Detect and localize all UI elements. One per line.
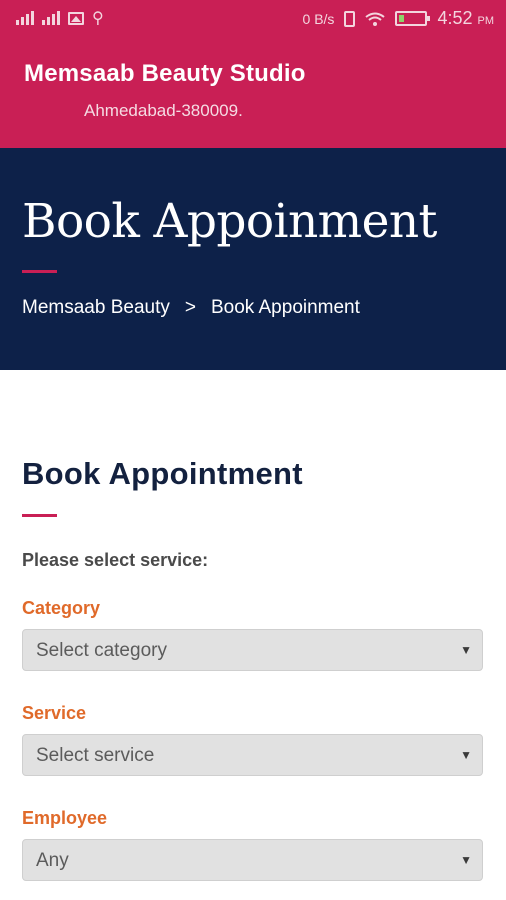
employee-label: Employee xyxy=(22,808,108,828)
clock: 4:52 PM xyxy=(437,8,494,29)
breadcrumb: Memsaab Beauty > Book Appoinment xyxy=(22,297,360,319)
dropdown-arrow-icon: ▼ xyxy=(460,853,472,867)
header: ⚲ 0 B/s 4:52 PM Memsaab Beauty Studio Ah… xyxy=(0,0,506,148)
hero-title: Book Appoinment xyxy=(22,194,437,249)
address-peek-text: Ahmedabad-380009. xyxy=(84,101,243,120)
booking-form: Book Appointment Please select service: … xyxy=(0,370,506,900)
hero-divider xyxy=(22,270,57,273)
dropdown-arrow-icon: ▼ xyxy=(460,643,472,657)
image-icon xyxy=(68,11,84,25)
service-select[interactable]: Select service ▼ xyxy=(22,734,483,776)
service-select-value: Select service xyxy=(36,745,155,766)
signal-icon xyxy=(42,11,60,25)
form-title: Book Appointment xyxy=(22,456,303,491)
vibrate-icon xyxy=(344,10,356,27)
breadcrumb-separator: > xyxy=(184,297,196,318)
network-speed: 0 B/s xyxy=(302,10,335,27)
clock-time: 4:52 xyxy=(437,8,473,28)
battery-icon xyxy=(395,11,431,26)
clock-suffix: PM xyxy=(477,15,495,27)
wifi-icon xyxy=(365,12,386,26)
employee-select-value: Any xyxy=(36,850,69,871)
category-label: Category xyxy=(22,598,101,618)
category-select[interactable]: Select category ▼ xyxy=(22,629,483,671)
usb-icon: ⚲ xyxy=(92,10,104,27)
form-title-divider xyxy=(22,514,57,517)
service-label: Service xyxy=(22,703,87,723)
employee-select[interactable]: Any ▼ xyxy=(22,839,483,881)
breadcrumb-home[interactable]: Memsaab Beauty xyxy=(22,297,170,318)
category-select-value: Select category xyxy=(36,640,167,661)
breadcrumb-current: Book Appoinment xyxy=(210,297,360,318)
signal-icon xyxy=(16,11,34,25)
app-bar: Memsaab Beauty Studio xyxy=(0,36,506,116)
hero-banner: Book Appoinment Memsaab Beauty > Book Appo… xyxy=(0,148,506,370)
app-title: Memsaab Beauty Studio xyxy=(24,60,306,87)
dropdown-arrow-icon: ▼ xyxy=(460,748,472,762)
status-bar: ⚲ 0 B/s 4:52 PM xyxy=(0,0,506,36)
form-instructions: Please select service: xyxy=(22,550,209,570)
